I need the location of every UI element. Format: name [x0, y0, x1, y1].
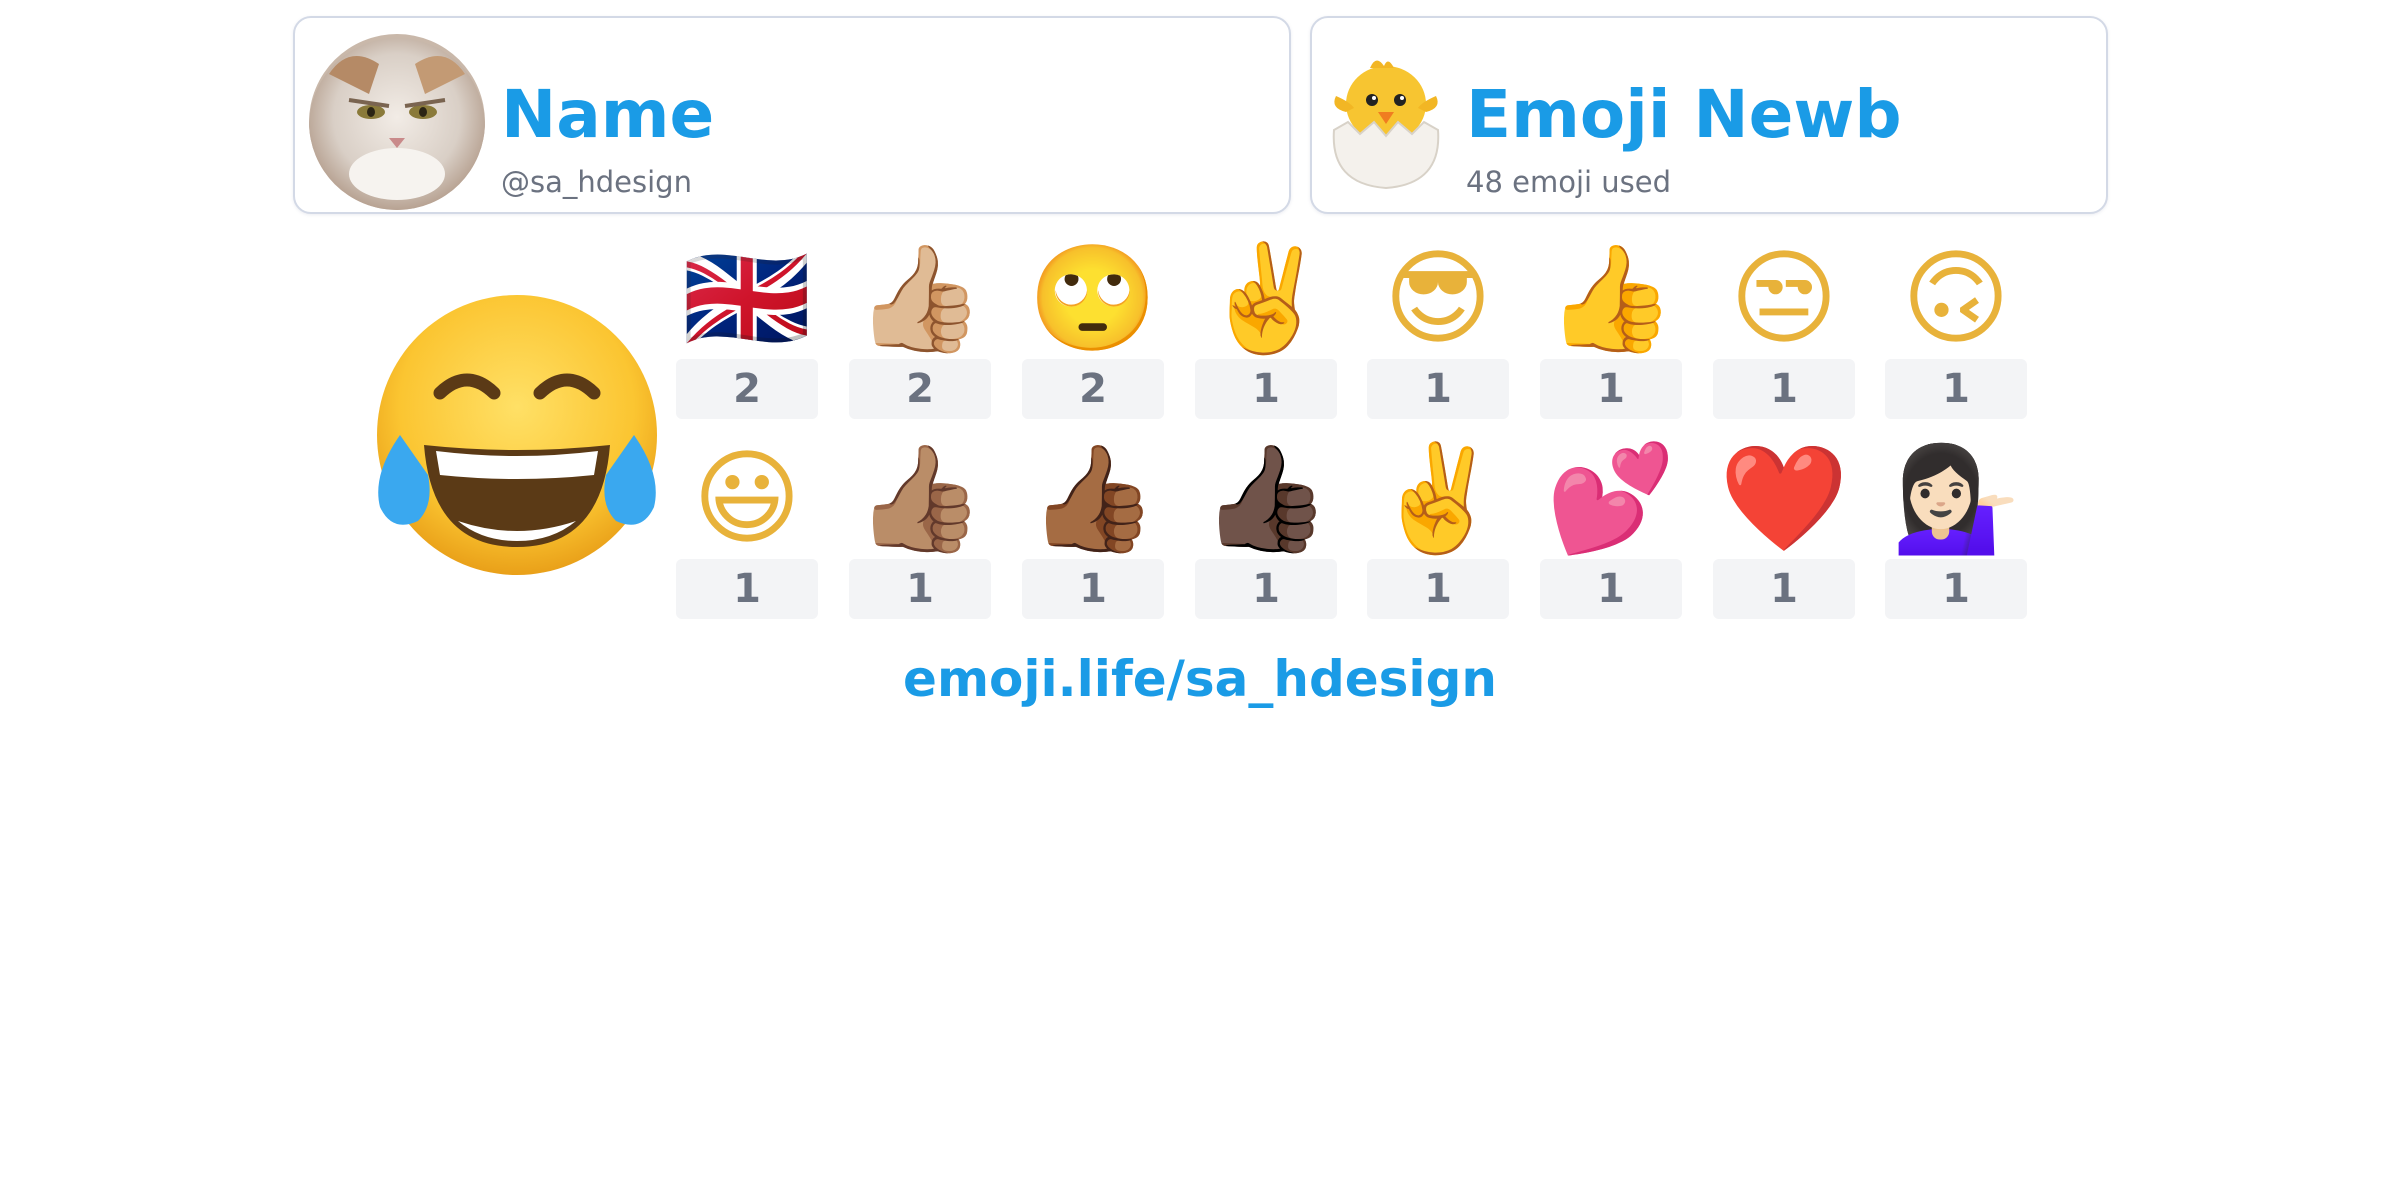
- emoji-tile[interactable]: ✌️ 1: [1367, 437, 1509, 627]
- victory-hand-icon: ✌️: [1201, 237, 1331, 359]
- victory-hand-icon: ✌️: [1373, 437, 1503, 559]
- smiling-face-with-sunglasses-icon: 😎: [1383, 237, 1493, 359]
- unamused-face-icon: 😒: [1729, 237, 1839, 359]
- emoji-usage-count: 2: [849, 359, 991, 419]
- emoji-usage-count: 1: [1367, 559, 1509, 619]
- thumbs-up-icon: 👍: [1546, 237, 1676, 359]
- emoji-tile[interactable]: 👍🏿 1: [1195, 437, 1337, 627]
- emoji-tile[interactable]: 👍 1: [1540, 237, 1682, 427]
- profile-name: Name: [501, 76, 715, 153]
- emoji-tile[interactable]: 🙄 2: [1022, 237, 1164, 427]
- emoji-tile[interactable]: 🙃 1: [1885, 237, 2027, 427]
- emoji-tile[interactable]: 👍🏾 1: [1022, 437, 1164, 627]
- emoji-tile[interactable]: 👍🏼 2: [849, 237, 991, 427]
- rank-title: Emoji Newb: [1466, 76, 1902, 153]
- profile-card: Name @sa_hdesign: [293, 16, 1291, 214]
- emoji-usage-count: 1: [1885, 359, 2027, 419]
- thumbs-up-medium-light-skin-icon: 👍🏽: [855, 437, 985, 559]
- emoji-usage-count: 1: [1540, 359, 1682, 419]
- emoji-usage-count: 2: [1022, 359, 1164, 419]
- emoji-tile[interactable]: 😒 1: [1713, 237, 1855, 427]
- emoji-usage-count: 1: [1713, 559, 1855, 619]
- two-hearts-icon: 💕: [1546, 437, 1676, 559]
- emoji-usage-count: 2: [676, 359, 818, 419]
- emoji-usage-count: 1: [1022, 559, 1164, 619]
- face-with-tears-of-joy-icon: [377, 295, 657, 575]
- face-with-rolling-eyes-icon: 🙄: [1028, 237, 1158, 359]
- profile-handle[interactable]: @sa_hdesign: [501, 168, 692, 197]
- emoji-usage-count: 1: [1885, 559, 2027, 619]
- thumbs-up-light-skin-icon: 👍🏼: [855, 237, 985, 359]
- emoji-usage-count: 1: [1195, 359, 1337, 419]
- thumbs-up-dark-skin-icon: 👍🏿: [1201, 437, 1331, 559]
- emoji-usage-count: 1: [1195, 559, 1337, 619]
- emoji-tile[interactable]: ❤️ 1: [1713, 437, 1855, 627]
- grinning-face-with-big-eyes-icon: 😃: [692, 437, 802, 559]
- emoji-usage-count: 1: [1540, 559, 1682, 619]
- emoji-tile[interactable]: 💕 1: [1540, 437, 1682, 627]
- flag-united-kingdom-icon: 🇬🇧: [682, 237, 812, 359]
- emoji-usage-count: 1: [1367, 359, 1509, 419]
- cat-avatar-icon: [309, 34, 485, 210]
- emoji-usage-count: 1: [1713, 359, 1855, 419]
- rank-card: Emoji Newb 48 emoji used: [1310, 16, 2108, 214]
- profile-url-link[interactable]: emoji.life/sa_hdesign: [0, 650, 2400, 708]
- emoji-usage-count: 1: [676, 559, 818, 619]
- emoji-tile[interactable]: 😃 1: [676, 437, 818, 627]
- hatching-chick-icon: [1332, 60, 1440, 190]
- thumbs-up-medium-dark-skin-icon: 👍🏾: [1028, 437, 1158, 559]
- emoji-tile[interactable]: 💁🏻‍♀️ 1: [1885, 437, 2027, 627]
- person-tipping-hand-icon: 💁🏻‍♀️: [1891, 437, 2021, 559]
- emoji-count-label: 48 emoji used: [1466, 165, 1672, 199]
- emoji-tile[interactable]: 😎 1: [1367, 237, 1509, 427]
- avatar[interactable]: [309, 34, 485, 210]
- upside-down-face-icon: 🙃: [1901, 237, 2011, 359]
- emoji-tile[interactable]: 👍🏽 1: [849, 437, 991, 627]
- emoji-tile[interactable]: 🇬🇧 2: [676, 237, 818, 427]
- red-heart-icon: ❤️: [1719, 437, 1849, 559]
- emoji-usage-count: 1: [849, 559, 991, 619]
- emoji-tile[interactable]: ✌️ 1: [1195, 237, 1337, 427]
